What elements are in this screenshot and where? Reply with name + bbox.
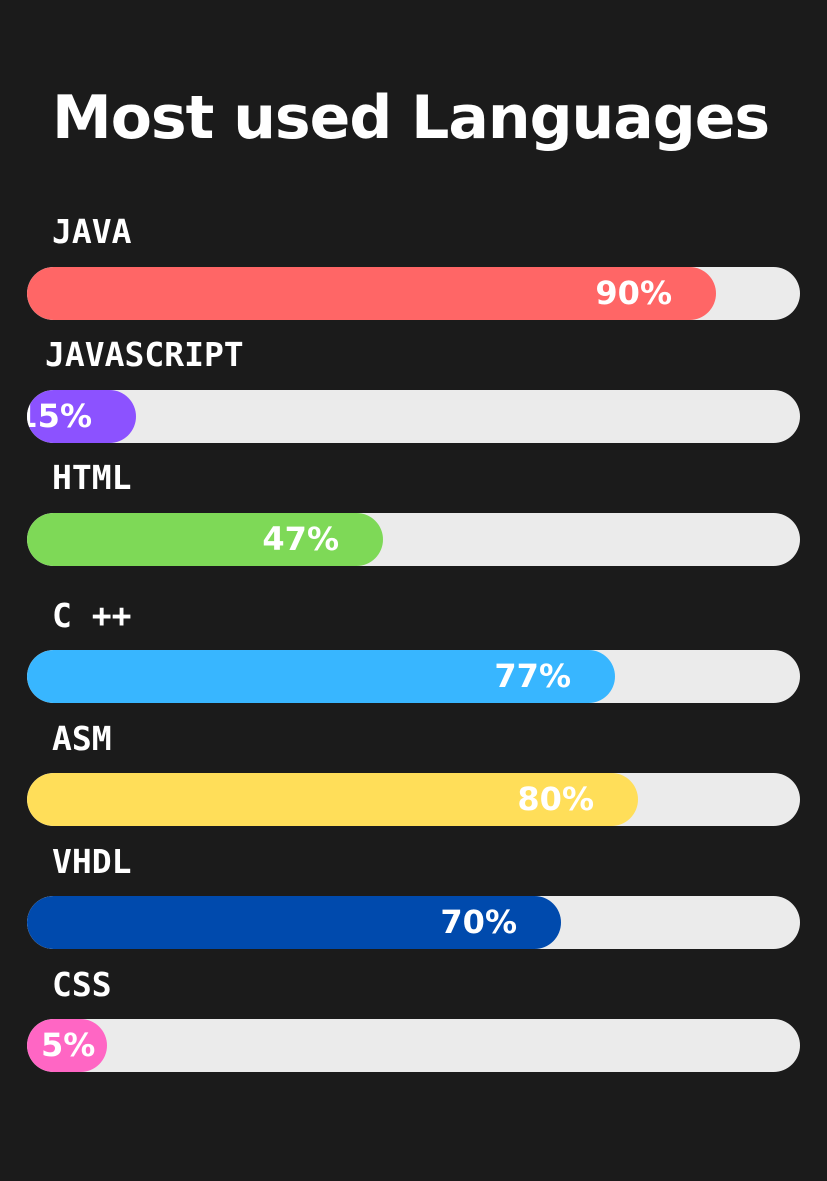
language-label-vhdl: VHDL: [52, 842, 132, 881]
progress-track-css: 5%: [27, 1019, 800, 1072]
page-title: Most used Languages: [52, 83, 770, 153]
language-label-html: HTML: [52, 458, 132, 497]
percent-label-vhdl: 70%: [440, 903, 517, 941]
progress-track-vhdl: 70%: [27, 896, 800, 949]
percent-label-css: 5%: [41, 1026, 96, 1064]
progress-track-asm: 80%: [27, 773, 800, 826]
percent-label-c: 77%: [494, 657, 571, 695]
language-label-javascript: JAVASCRIPT: [45, 335, 244, 374]
percent-label-javascript: 15%: [27, 397, 92, 435]
language-label-asm: ASM: [52, 719, 112, 758]
language-label-java: JAVA: [52, 212, 132, 251]
infographic-page: Most used Languages JAVA 90% JAVASCRIPT 15%…: [0, 0, 827, 1181]
percent-label-asm: 80%: [517, 780, 594, 818]
percent-label-html: 47%: [262, 520, 339, 558]
progress-track-javascript: 15%: [27, 390, 800, 443]
language-label-css: CSS: [52, 965, 112, 1004]
percent-label-java: 90%: [595, 274, 672, 312]
language-label-c: C ++: [52, 596, 132, 635]
progress-track-java: 90%: [27, 267, 800, 320]
progress-track-c: 77%: [27, 650, 800, 703]
progress-track-html: 47%: [27, 513, 800, 566]
